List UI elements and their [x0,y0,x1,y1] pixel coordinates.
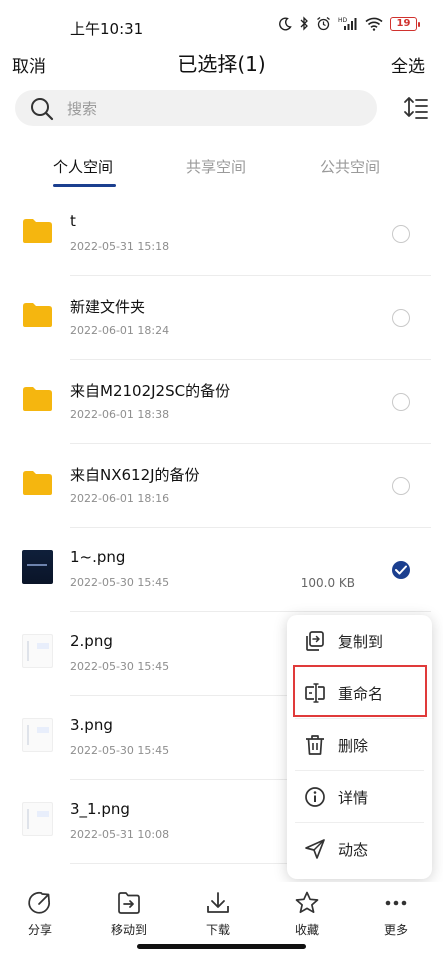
moon-icon [279,16,292,30]
battery-icon: 19 [390,16,420,31]
bluetooth-icon [300,16,308,31]
menu-item-delete[interactable]: 删除 [287,719,432,771]
alarm-icon [317,16,330,31]
send-icon [305,839,325,859]
more-actions-menu: 复制到 重命名 删除 详情 动态 [287,615,432,879]
selection-header: 取消 已选择(1) 全选 [0,48,443,78]
image-thumbnail [22,550,53,584]
select-all-button[interactable]: 全选 [391,52,425,77]
search-input[interactable]: 搜索 [15,90,377,126]
status-icons: HD 19 [278,16,420,31]
select-radio[interactable] [392,309,410,327]
copy-to-icon [306,631,324,651]
search-icon [31,98,54,121]
share-icon [28,891,50,914]
file-name: 来自M2102J2SC的备份 [70,382,231,400]
status-bar: 上午10:31 HD 19 [0,0,443,48]
move-to-icon [118,892,140,914]
share-button[interactable]: 分享 [10,890,70,940]
folder-icon [23,387,52,411]
folder-icon [23,471,52,495]
file-name: 来自NX612J的备份 [70,466,200,484]
status-time: 上午10:31 [70,20,144,38]
file-name: 2.png [70,632,113,650]
wifi-icon [365,17,383,31]
list-item[interactable]: 1~.png 2022-05-30 15:45 100.0 KB [0,528,443,612]
select-radio[interactable] [392,225,410,243]
list-item[interactable]: 来自NX612J的备份 2022-06-01 18:16 [0,444,443,528]
file-date: 2022-05-31 10:08 [70,828,170,841]
tab-public-space[interactable]: 公共空间 [320,156,380,177]
more-icon [385,900,407,906]
download-label: 下载 [205,923,230,937]
move-to-button[interactable]: 移动到 [99,890,159,940]
home-indicator[interactable] [137,944,306,949]
list-item[interactable]: t 2022-05-31 15:18 [0,192,443,276]
select-radio[interactable] [392,477,410,495]
image-thumbnail [22,802,53,836]
file-date: 2022-06-01 18:24 [70,324,170,337]
list-item[interactable]: 来自M2102J2SC的备份 2022-06-01 18:38 [0,360,443,444]
file-name: t [70,212,76,230]
more-label: 更多 [383,923,408,937]
menu-item-label: 详情 [338,789,369,807]
more-button[interactable]: 更多 [366,890,426,940]
svg-text:HD: HD [338,17,348,24]
checkmark-icon [395,565,407,575]
info-icon [305,787,325,807]
space-tabs: 个人空间 共享空间 公共空间 [0,156,443,190]
download-button[interactable]: 下载 [188,890,248,940]
move-to-label: 移动到 [110,923,147,937]
rename-highlight-box [293,665,427,717]
folder-icon [23,303,52,327]
menu-item-label: 删除 [338,737,369,755]
menu-item-label: 复制到 [338,633,384,651]
folder-icon [23,219,52,243]
file-name: 新建文件夹 [70,298,146,316]
file-date: 2022-06-01 18:38 [70,408,170,421]
sort-icon[interactable] [403,94,429,122]
file-size: 100.0 KB [300,576,355,590]
file-name: 3_1.png [70,800,130,818]
file-date: 2022-05-30 15:45 [70,744,170,757]
menu-item-activity[interactable]: 动态 [287,823,432,875]
page-title: 已选择(1) [177,52,266,76]
download-icon [207,892,229,913]
trash-icon [306,735,324,755]
select-radio[interactable] [392,393,410,411]
file-date: 2022-05-30 15:45 [70,576,170,589]
menu-item-details[interactable]: 详情 [287,771,432,823]
file-date: 2022-05-30 15:45 [70,660,170,673]
search-placeholder: 搜索 [67,100,98,118]
favorite-label: 收藏 [294,923,319,937]
star-icon [295,891,319,914]
file-name: 3.png [70,716,113,734]
signal-icon: HD [338,17,357,30]
battery-level: 19 [396,17,411,29]
menu-item-label: 动态 [338,841,369,859]
tab-personal-space[interactable]: 个人空间 [53,156,113,177]
menu-item-copy-to[interactable]: 复制到 [287,615,432,667]
select-radio-checked[interactable] [392,561,410,579]
list-item[interactable]: 新建文件夹 2022-06-01 18:24 [0,276,443,360]
tab-shared-space[interactable]: 共享空间 [186,156,246,177]
image-thumbnail [22,634,53,668]
image-thumbnail [22,718,53,752]
file-name: 1~.png [70,548,126,566]
active-tab-indicator [53,184,116,187]
favorite-button[interactable]: 收藏 [277,890,337,940]
share-label: 分享 [27,923,52,937]
file-date: 2022-06-01 18:16 [70,492,170,505]
search-row: 搜索 [15,90,429,126]
file-date: 2022-05-31 15:18 [70,240,170,253]
